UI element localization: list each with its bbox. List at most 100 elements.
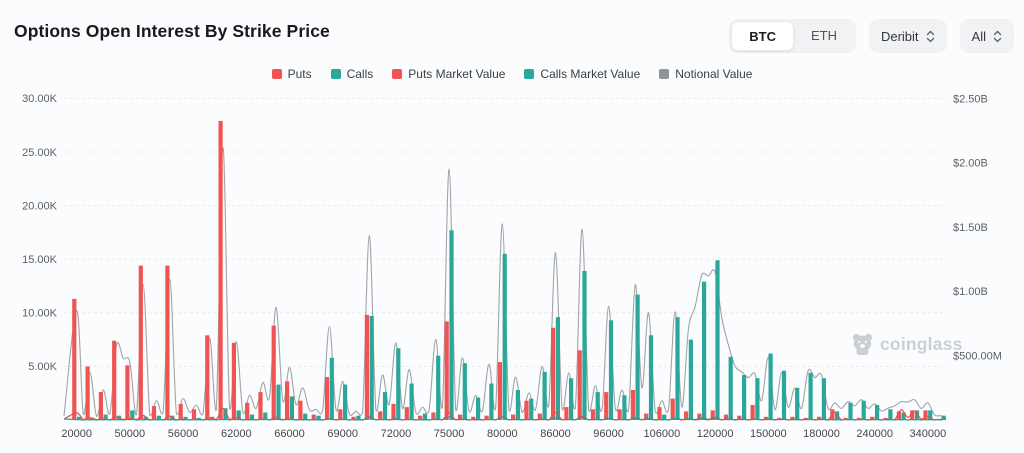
y-axis-left-tick: 20.00K bbox=[22, 200, 58, 212]
puts-bar[interactable] bbox=[631, 390, 635, 420]
x-axis-tick: 62000 bbox=[221, 428, 252, 440]
calls-bar[interactable] bbox=[556, 317, 560, 420]
y-axis-left-tick: 25.00K bbox=[22, 147, 58, 159]
calls-bar[interactable] bbox=[290, 396, 294, 420]
calls-bar[interactable] bbox=[888, 409, 892, 420]
puts-bar[interactable] bbox=[578, 350, 582, 420]
puts-bar[interactable] bbox=[285, 381, 289, 420]
puts-bar[interactable] bbox=[179, 404, 183, 420]
puts-bar[interactable] bbox=[378, 411, 382, 420]
puts-bar[interactable] bbox=[445, 321, 449, 420]
calls-bar[interactable] bbox=[755, 378, 759, 420]
calls-bar[interactable] bbox=[729, 357, 733, 420]
calls-bar[interactable] bbox=[782, 371, 786, 420]
puts-bar[interactable] bbox=[591, 409, 595, 420]
puts-bar[interactable] bbox=[139, 266, 143, 420]
puts-bar[interactable] bbox=[657, 407, 661, 420]
calls-bar[interactable] bbox=[862, 401, 866, 420]
x-axis-tick: 72000 bbox=[381, 428, 412, 440]
puts-bar[interactable] bbox=[165, 266, 169, 420]
puts-bar[interactable] bbox=[564, 407, 568, 420]
calls-bar[interactable] bbox=[675, 317, 679, 420]
puts-bar[interactable] bbox=[365, 315, 369, 420]
y-axis-right-tick: $1.00B bbox=[953, 286, 988, 298]
calls-bar[interactable] bbox=[636, 295, 640, 420]
calls-bar[interactable] bbox=[276, 385, 280, 420]
calls-bar[interactable] bbox=[689, 340, 693, 420]
calls-bar[interactable] bbox=[848, 403, 852, 420]
calls-bar[interactable] bbox=[476, 398, 480, 421]
calls-bar[interactable] bbox=[742, 375, 746, 420]
puts-bar[interactable] bbox=[205, 335, 209, 420]
calls-bar[interactable] bbox=[715, 260, 719, 420]
calls-bar[interactable] bbox=[436, 356, 440, 420]
calls-bar[interactable] bbox=[609, 320, 613, 420]
calls-bar[interactable] bbox=[582, 271, 586, 420]
x-axis-tick: 180000 bbox=[803, 428, 840, 440]
calls-bar[interactable] bbox=[822, 378, 826, 420]
y-axis-right-tick: $2.00B bbox=[953, 158, 988, 170]
puts-bar[interactable] bbox=[298, 401, 302, 420]
calls-bar[interactable] bbox=[516, 390, 520, 420]
puts-bar[interactable] bbox=[604, 392, 608, 420]
y-axis-left-tick: 10.00K bbox=[22, 308, 58, 320]
coinglass-bear-icon bbox=[851, 332, 874, 357]
options-open-interest-chart[interactable]: 30.00K 25.00K 20.00K 15.00K 10.00K 5.00K $2.50… bbox=[0, 0, 1024, 453]
x-axis-tick: 56000 bbox=[168, 428, 199, 440]
puts-bar[interactable] bbox=[338, 409, 342, 420]
puts-bar[interactable] bbox=[551, 328, 555, 420]
calls-bar[interactable] bbox=[343, 385, 347, 420]
x-axis-tick: 66000 bbox=[274, 428, 305, 440]
puts-bar[interactable] bbox=[751, 405, 755, 420]
puts-bar[interactable] bbox=[524, 401, 528, 420]
calls-bar[interactable] bbox=[795, 388, 799, 420]
calls-bar[interactable] bbox=[649, 335, 653, 420]
puts-bar[interactable] bbox=[498, 362, 502, 420]
coinglass-watermark-text: coinglass bbox=[880, 334, 963, 355]
calls-bar[interactable] bbox=[596, 392, 600, 420]
calls-bar[interactable] bbox=[529, 399, 533, 420]
calls-bar[interactable] bbox=[449, 230, 453, 420]
puts-bar[interactable] bbox=[258, 392, 262, 420]
puts-bar[interactable] bbox=[72, 299, 76, 420]
puts-bar[interactable] bbox=[671, 399, 675, 420]
puts-bar[interactable] bbox=[272, 326, 276, 420]
calls-bar[interactable] bbox=[569, 378, 573, 420]
y-axis-right-tick: $2.50B bbox=[953, 93, 988, 105]
calls-bar[interactable] bbox=[769, 354, 773, 421]
calls-bar[interactable] bbox=[463, 363, 467, 420]
calls-bar[interactable] bbox=[875, 405, 879, 420]
calls-bar[interactable] bbox=[489, 384, 493, 420]
y-axis-left-tick: 5.00K bbox=[28, 361, 57, 373]
x-axis-tick: 69000 bbox=[327, 428, 358, 440]
puts-bar[interactable] bbox=[99, 392, 103, 420]
x-axis-tick: 80000 bbox=[487, 428, 518, 440]
calls-bar[interactable] bbox=[622, 395, 626, 420]
puts-bar[interactable] bbox=[219, 121, 223, 420]
puts-bar[interactable] bbox=[112, 341, 116, 420]
y-axis-right-tick: $1.50B bbox=[953, 222, 988, 234]
puts-bar[interactable] bbox=[325, 377, 329, 420]
puts-bar[interactable] bbox=[405, 407, 409, 420]
calls-bar[interactable] bbox=[396, 348, 400, 420]
x-axis-tick: 340000 bbox=[910, 428, 947, 440]
puts-bar[interactable] bbox=[86, 366, 90, 420]
calls-bar[interactable] bbox=[702, 282, 706, 420]
puts-bar[interactable] bbox=[192, 409, 196, 420]
puts-bar[interactable] bbox=[152, 406, 156, 420]
calls-bar[interactable] bbox=[809, 373, 813, 420]
puts-bar[interactable] bbox=[232, 343, 236, 420]
calls-bar[interactable] bbox=[383, 392, 387, 420]
puts-bar[interactable] bbox=[125, 365, 129, 420]
coinglass-watermark: coinglass bbox=[851, 332, 963, 357]
calls-bar[interactable] bbox=[543, 372, 547, 420]
calls-bar[interactable] bbox=[503, 254, 507, 420]
puts-bar[interactable] bbox=[245, 403, 249, 420]
puts-bar[interactable] bbox=[618, 409, 622, 420]
calls-bar[interactable] bbox=[410, 384, 414, 420]
y-axis-left-tick: 15.00K bbox=[22, 254, 58, 266]
puts-bar[interactable] bbox=[391, 404, 395, 420]
y-axis-left-tick: 30.00K bbox=[22, 93, 58, 105]
calls-bar[interactable] bbox=[370, 316, 374, 420]
calls-bar[interactable] bbox=[330, 358, 334, 420]
